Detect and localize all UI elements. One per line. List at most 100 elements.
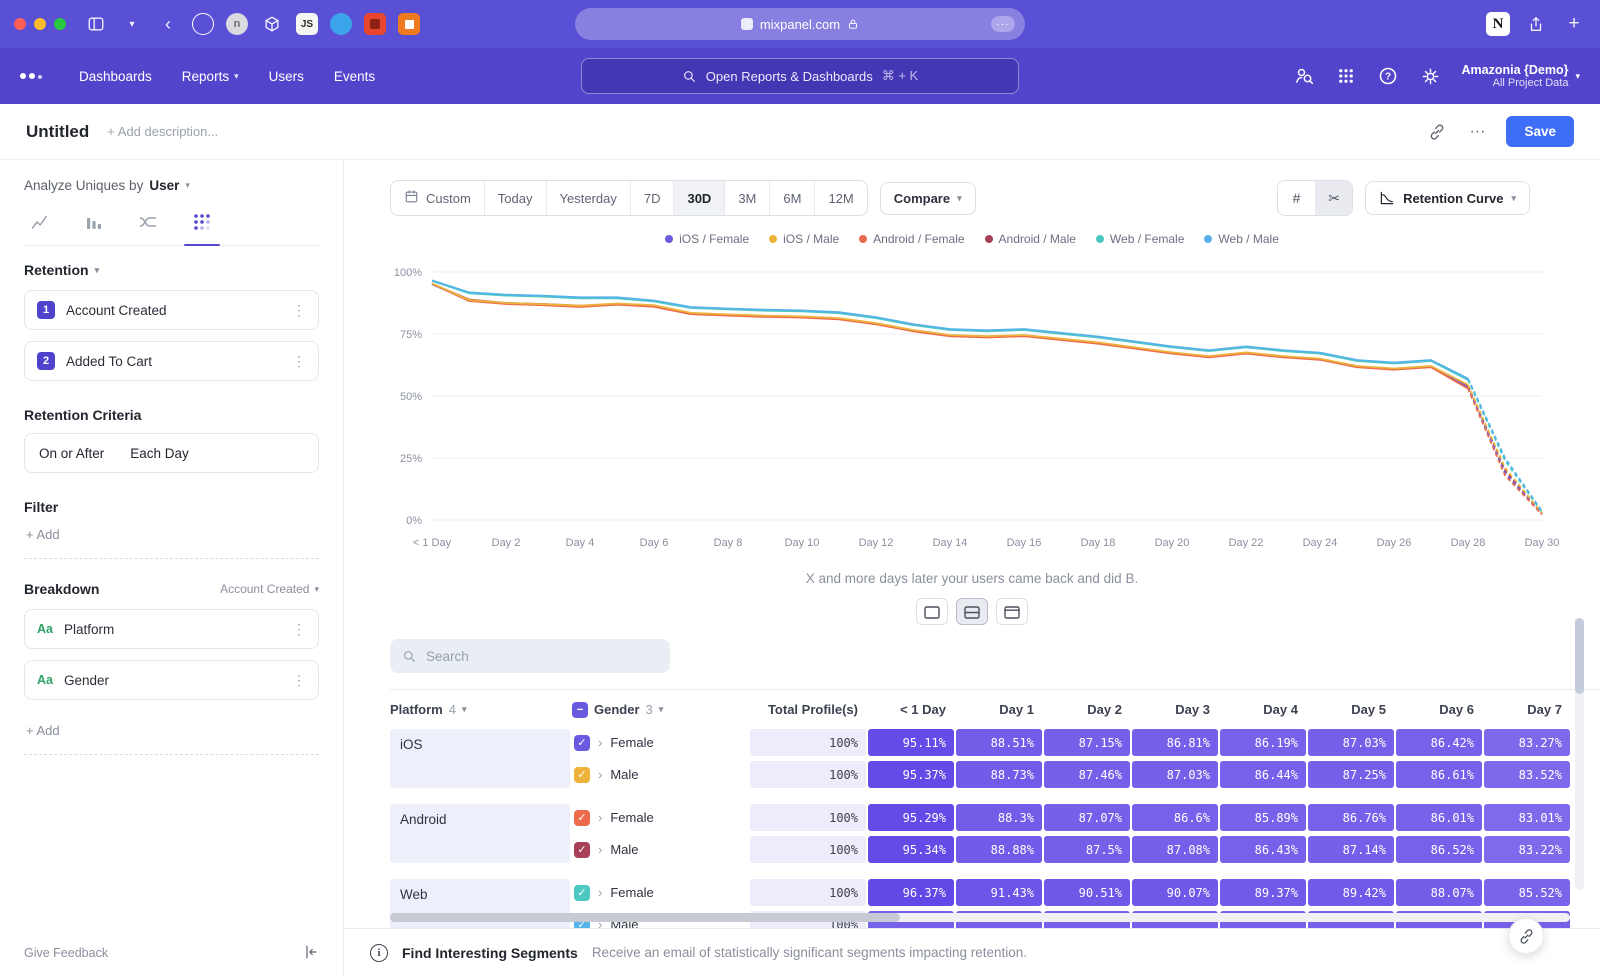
retention-cell-web-female-day-2[interactable]: 90.51% bbox=[1044, 879, 1130, 906]
date-range-7d[interactable]: 7D bbox=[631, 181, 675, 215]
legend-item-android-male[interactable]: Android / Male bbox=[985, 232, 1076, 246]
row-expand-chevron-icon[interactable]: › bbox=[598, 767, 602, 782]
retention-cell-android-female-day-3[interactable]: 86.6% bbox=[1132, 804, 1218, 831]
day-column-header-day-5[interactable]: Day 5 bbox=[1308, 702, 1394, 717]
row-expand-chevron-icon[interactable]: › bbox=[598, 810, 602, 825]
retention-cell-web-female-day-7[interactable]: 85.52% bbox=[1484, 879, 1570, 906]
collapse-sidebar-icon[interactable] bbox=[303, 944, 319, 963]
address-bar[interactable]: mixpanel.com ··· bbox=[575, 8, 1025, 40]
breakdown-platform[interactable]: AaPlatform⋮ bbox=[24, 609, 319, 649]
mixpanel-logo[interactable] bbox=[20, 73, 42, 79]
date-range-custom[interactable]: Custom bbox=[391, 181, 485, 215]
date-range-6m[interactable]: 6M bbox=[770, 181, 815, 215]
breakdown-gender[interactable]: AaGender⋮ bbox=[24, 660, 319, 700]
report-description-placeholder[interactable]: + Add description... bbox=[107, 124, 218, 139]
table-only-view-toggle[interactable] bbox=[996, 598, 1028, 625]
gender-row-android-male[interactable]: ✓›Male bbox=[572, 836, 748, 863]
footer-title[interactable]: Find Interesting Segments bbox=[402, 945, 578, 961]
extension-blue-icon[interactable] bbox=[330, 13, 352, 35]
trim-incomplete-scissors-toggle[interactable]: ✂ bbox=[1315, 181, 1352, 215]
platform-cell-android[interactable]: Android bbox=[390, 804, 570, 863]
day-column-header-1-day[interactable]: < 1 Day bbox=[868, 702, 954, 717]
retention-cell-ios-male-day-7[interactable]: 83.52% bbox=[1484, 761, 1570, 788]
retention-cell-ios-male-day-4[interactable]: 86.44% bbox=[1220, 761, 1306, 788]
extension-clock-icon[interactable] bbox=[192, 13, 214, 35]
analyze-value-dropdown[interactable]: User bbox=[149, 178, 179, 193]
retention-cell-android-male-1-day[interactable]: 95.34% bbox=[868, 836, 954, 863]
retention-cell-android-female-day-6[interactable]: 86.01% bbox=[1396, 804, 1482, 831]
horizontal-scrollbar-thumb[interactable] bbox=[390, 913, 900, 922]
vertical-scrollbar[interactable] bbox=[1575, 618, 1584, 890]
retention-cell-ios-female-day-3[interactable]: 86.81% bbox=[1132, 729, 1218, 756]
retention-cell-android-male-day-5[interactable]: 87.14% bbox=[1308, 836, 1394, 863]
legend-item-android-female[interactable]: Android / Female bbox=[859, 232, 964, 246]
gender-checkbox[interactable]: ✓ bbox=[574, 885, 590, 901]
criteria-each-day[interactable]: Each Day bbox=[130, 446, 189, 461]
compare-button[interactable]: Compare ▾ bbox=[880, 182, 976, 215]
global-search[interactable]: Open Reports & Dashboards ⌘ + K bbox=[581, 58, 1019, 94]
date-range-30d[interactable]: 30D bbox=[674, 181, 725, 215]
retention-cell-ios-female-day-2[interactable]: 87.15% bbox=[1044, 729, 1130, 756]
chart-type-dropdown[interactable]: Retention Curve ▾ bbox=[1365, 181, 1530, 215]
retention-cell-ios-female-1-day[interactable]: 95.11% bbox=[868, 729, 954, 756]
retention-cell-android-male-day-1[interactable]: 88.88% bbox=[956, 836, 1042, 863]
retention-cell-android-male-day-4[interactable]: 86.43% bbox=[1220, 836, 1306, 863]
table-search-input[interactable]: Search bbox=[390, 639, 670, 673]
day-column-header-day-1[interactable]: Day 1 bbox=[956, 702, 1042, 717]
retention-cell-android-male-day-6[interactable]: 86.52% bbox=[1396, 836, 1482, 863]
split-view-toggle[interactable] bbox=[956, 598, 988, 625]
breakdown-options-kebab-icon[interactable]: ⋮ bbox=[292, 672, 306, 689]
retention-cell-ios-female-day-1[interactable]: 88.51% bbox=[956, 729, 1042, 756]
platform-column-header[interactable]: Platform 4 ▾ bbox=[390, 702, 570, 717]
notion-extension-icon[interactable]: N bbox=[1486, 12, 1510, 36]
user-search-icon[interactable] bbox=[1293, 65, 1315, 87]
retention-cell-android-female-day-5[interactable]: 86.76% bbox=[1308, 804, 1394, 831]
report-title[interactable]: Untitled bbox=[26, 122, 89, 142]
minimize-window-button[interactable] bbox=[34, 18, 46, 30]
browser-sidebar-toggle-icon[interactable] bbox=[84, 12, 108, 36]
day-column-header-day-4[interactable]: Day 4 bbox=[1220, 702, 1306, 717]
save-button[interactable]: Save bbox=[1506, 116, 1574, 147]
step-options-kebab-icon[interactable]: ⋮ bbox=[292, 353, 306, 370]
date-range-today[interactable]: Today bbox=[485, 181, 547, 215]
retention-cell-android-female-1-day[interactable]: 95.29% bbox=[868, 804, 954, 831]
retention-cell-ios-female-day-4[interactable]: 86.19% bbox=[1220, 729, 1306, 756]
retention-cell-ios-male-day-2[interactable]: 87.46% bbox=[1044, 761, 1130, 788]
retention-cell-ios-male-day-6[interactable]: 86.61% bbox=[1396, 761, 1482, 788]
gender-row-web-female[interactable]: ✓›Female bbox=[572, 879, 748, 906]
retention-cell-web-female-1-day[interactable]: 96.37% bbox=[868, 879, 954, 906]
retention-cell-ios-male-1-day[interactable]: 95.37% bbox=[868, 761, 954, 788]
address-more-icon[interactable]: ··· bbox=[991, 16, 1015, 32]
retention-cell-android-male-day-2[interactable]: 87.5% bbox=[1044, 836, 1130, 863]
tab-insights[interactable] bbox=[28, 211, 52, 233]
extension-red-app-icon[interactable] bbox=[364, 13, 386, 35]
extension-js-icon[interactable]: JS bbox=[296, 13, 318, 35]
apps-grid-icon[interactable] bbox=[1335, 65, 1357, 87]
retention-section-header[interactable]: Retention ▾ bbox=[24, 262, 319, 278]
gender-checkbox[interactable]: ✓ bbox=[574, 842, 590, 858]
gender-select-all-checkbox[interactable]: − bbox=[572, 702, 588, 718]
nav-item-dashboards[interactable]: Dashboards bbox=[64, 69, 167, 84]
retention-cell-web-female-day-6[interactable]: 88.07% bbox=[1396, 879, 1482, 906]
retention-cell-web-female-day-5[interactable]: 89.42% bbox=[1308, 879, 1394, 906]
criteria-on-or-after[interactable]: On or After bbox=[39, 446, 104, 461]
retention-cell-ios-male-day-1[interactable]: 88.73% bbox=[956, 761, 1042, 788]
maximize-window-button[interactable] bbox=[54, 18, 66, 30]
retention-cell-ios-female-day-6[interactable]: 86.42% bbox=[1396, 729, 1482, 756]
retention-cell-web-female-day-1[interactable]: 91.43% bbox=[956, 879, 1042, 906]
date-range-3m[interactable]: 3M bbox=[725, 181, 770, 215]
day-column-header-day-2[interactable]: Day 2 bbox=[1044, 702, 1130, 717]
vertical-scrollbar-thumb[interactable] bbox=[1575, 618, 1584, 694]
extension-orange-app-icon[interactable] bbox=[398, 13, 420, 35]
horizontal-scrollbar[interactable] bbox=[390, 913, 1570, 922]
extension-cube-icon[interactable] bbox=[260, 12, 284, 36]
legend-item-ios-male[interactable]: iOS / Male bbox=[769, 232, 839, 246]
gender-row-ios-male[interactable]: ✓›Male bbox=[572, 761, 748, 788]
nav-item-users[interactable]: Users bbox=[254, 69, 319, 84]
tab-retention[interactable] bbox=[190, 211, 214, 233]
gender-column-header[interactable]: − Gender 3 ▾ bbox=[572, 702, 748, 718]
share-link-floating-button[interactable] bbox=[1508, 918, 1544, 954]
annotations-hash-toggle[interactable]: # bbox=[1278, 181, 1315, 215]
breakdown-add-button[interactable]: + Add bbox=[24, 711, 319, 755]
tab-flows[interactable] bbox=[136, 211, 160, 233]
